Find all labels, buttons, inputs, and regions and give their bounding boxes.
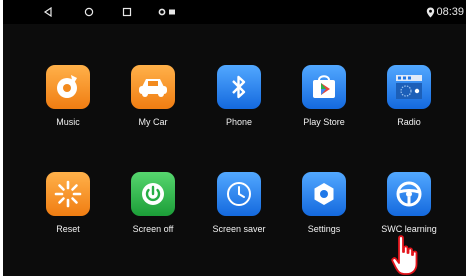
app-radio[interactable]: Radio	[367, 65, 451, 145]
location-icon	[423, 5, 437, 19]
recents-icon[interactable]	[120, 5, 134, 19]
screen: 08:39 Music My Car Phone Play Store Radi…	[3, 0, 466, 276]
reset-icon	[46, 172, 90, 216]
app-label: Screen off	[132, 224, 174, 234]
status-bar: 08:39	[3, 0, 466, 24]
app-phone[interactable]: Phone	[197, 65, 281, 145]
app-screen-off[interactable]: Screen off	[111, 172, 195, 252]
app-label: Settings	[307, 224, 341, 234]
home-icon[interactable]	[82, 5, 96, 19]
image-notification-icon	[165, 5, 179, 19]
play-store-icon	[302, 65, 346, 109]
app-screen-saver[interactable]: Screen saver	[197, 172, 281, 252]
bluetooth-icon	[217, 65, 261, 109]
app-label: Play Store	[303, 117, 345, 127]
power-icon	[131, 172, 175, 216]
app-play-store[interactable]: Play Store	[282, 65, 366, 145]
status-time: 08:39	[436, 6, 464, 18]
clock-icon	[217, 172, 261, 216]
car-icon	[131, 65, 175, 109]
app-label: Radio	[397, 117, 421, 127]
app-my-car[interactable]: My Car	[111, 65, 195, 145]
settings-icon	[302, 172, 346, 216]
home-grid: Music My Car Phone Play Store Radio Rese…	[3, 24, 466, 276]
hand-pointer-icon	[391, 235, 418, 275]
app-label: Reset	[56, 224, 80, 234]
app-label: Phone	[225, 117, 253, 127]
app-reset[interactable]: Reset	[26, 172, 110, 252]
app-label: Music	[56, 117, 80, 127]
music-icon	[46, 65, 90, 109]
back-icon[interactable]	[41, 5, 55, 19]
steering-wheel-icon	[387, 172, 431, 216]
app-music[interactable]: Music	[26, 65, 110, 145]
app-label: My Car	[138, 117, 168, 127]
app-label: Screen saver	[212, 224, 266, 234]
radio-icon	[387, 65, 431, 109]
app-settings[interactable]: Settings	[282, 172, 366, 252]
